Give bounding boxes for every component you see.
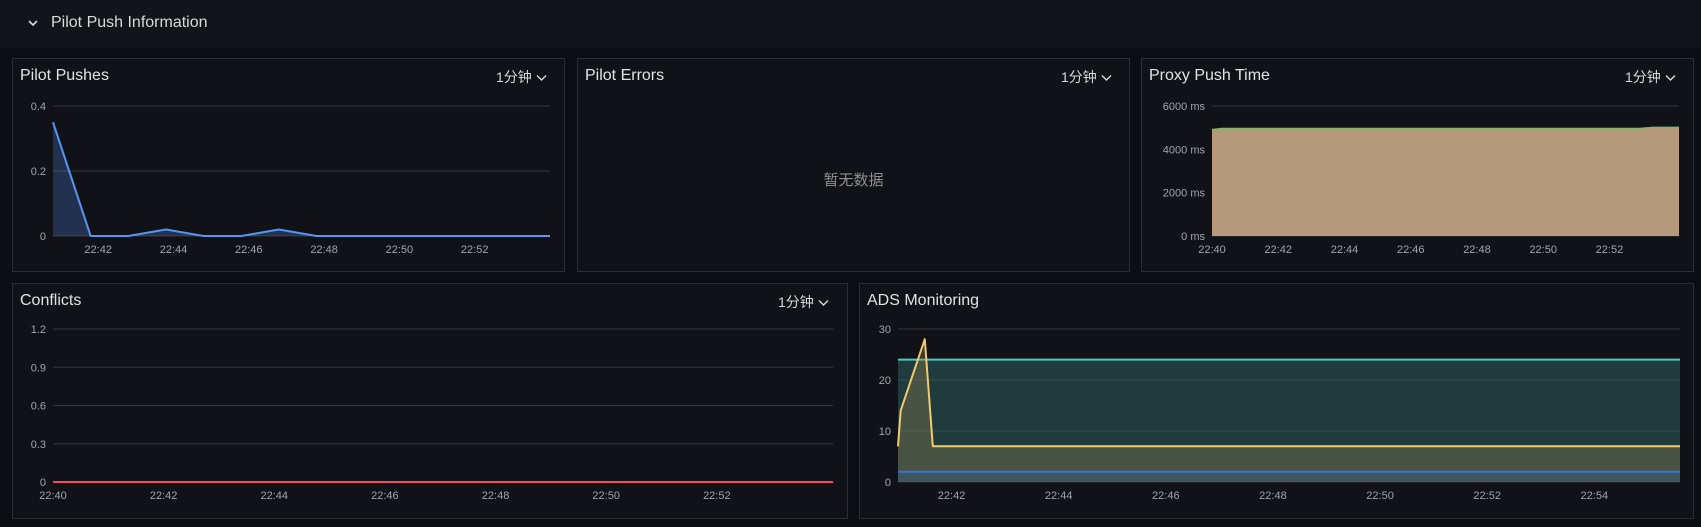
y-tick-label: 0.3	[31, 439, 46, 451]
x-tick-label: 22:50	[1366, 490, 1394, 502]
y-tick-label: 2000 ms	[1163, 188, 1206, 200]
x-tick-label: 22:48	[1259, 490, 1287, 502]
x-tick-label: 22:46	[235, 244, 263, 256]
chart-ads-monitoring: 0 10 20 30 22:42 22:44 22:46 22:48 22:50 22:52 22:…	[879, 324, 1680, 502]
x-tick-label: 22:54	[1581, 490, 1609, 502]
x-tick-label: 22:44	[1045, 490, 1073, 502]
x-tick-label: 22:46	[1152, 490, 1180, 502]
chart-proxy-push-time: 0 ms 2000 ms 4000 ms 6000 ms 22:40 22:42 22:44…	[1163, 101, 1679, 256]
x-tick-label: 22:44	[261, 490, 289, 502]
y-tick-label: 6000 ms	[1163, 101, 1206, 113]
no-data-message: 暂无数据	[823, 172, 884, 189]
y-tick-label: 20	[879, 375, 891, 387]
x-tick-label: 22:40	[39, 490, 67, 502]
x-tick-label: 22:40	[1198, 244, 1226, 256]
x-tick-label: 22:50	[1529, 244, 1557, 256]
panel-pilot-errors: Pilot Errors 1分钟 暂无数据	[577, 58, 1130, 272]
panel-pilot-pushes: Pilot Pushes 1分钟 0 0.2 0.4 22:42 22:44 22:46 2…	[12, 58, 565, 272]
y-tick-label: 0.2	[31, 166, 46, 178]
panel-title: Pilot Errors	[585, 67, 665, 84]
y-tick-label: 10	[879, 426, 891, 438]
x-tick-label: 22:48	[1463, 244, 1491, 256]
section-title: Pilot Push Information	[51, 14, 208, 31]
panel-conflicts: Conflicts 1分钟 0 0.3 0.6 0.9 1.2 22:40 22:42 22:…	[12, 283, 848, 519]
series-line	[52, 121, 550, 237]
x-tick-label: 22:52	[703, 490, 731, 502]
chevron-down-icon[interactable]	[26, 16, 40, 30]
y-tick-label: 0	[40, 477, 46, 489]
x-tick-label: 22:52	[1596, 244, 1624, 256]
chevron-down-icon	[1101, 75, 1112, 82]
series-line	[1211, 127, 1679, 132]
y-tick-label: 0	[40, 231, 46, 243]
x-tick-label: 22:42	[150, 490, 178, 502]
chart-pilot-pushes: 0 0.2 0.4 22:42 22:44 22:46 22:48 22:50 22:52	[31, 101, 550, 256]
x-tick-label: 22:52	[1473, 490, 1501, 502]
y-tick-label: 30	[879, 324, 891, 336]
x-tick-label: 22:42	[938, 490, 966, 502]
panel-proxy-push-time: Proxy Push Time 1分钟 0 ms 2000 ms 4000 ms 60…	[1141, 58, 1694, 272]
y-tick-label: 0.9	[31, 362, 46, 374]
series-area	[1212, 128, 1679, 236]
series-area	[53, 122, 550, 236]
y-tick-label: 1.2	[31, 324, 46, 336]
series-area	[898, 471, 1680, 482]
x-tick-label: 22:44	[160, 244, 188, 256]
interval-dropdown[interactable]: 1分钟	[1061, 67, 1112, 87]
interval-label: 1分钟	[1061, 69, 1097, 85]
x-tick-label: 22:50	[386, 244, 414, 256]
x-tick-label: 22:48	[310, 244, 338, 256]
y-tick-label: 0.4	[31, 101, 46, 113]
x-tick-label: 22:46	[1397, 244, 1425, 256]
panel-ads-monitoring: ADS Monitoring 0 10 20 30 22:42 22:44 22:46 22:…	[859, 283, 1694, 519]
x-tick-label: 22:46	[371, 490, 399, 502]
x-tick-label: 22:50	[592, 490, 620, 502]
section-header[interactable]: Pilot Push Information	[0, 0, 1701, 48]
x-tick-label: 22:52	[461, 244, 489, 256]
x-tick-label: 22:42	[1264, 244, 1292, 256]
x-tick-label: 22:44	[1331, 244, 1359, 256]
x-tick-label: 22:48	[482, 490, 510, 502]
y-tick-label: 0.6	[31, 401, 46, 413]
y-tick-label: 0 ms	[1181, 231, 1205, 243]
chart-conflicts: 0 0.3 0.6 0.9 1.2 22:40 22:42 22:44 22:46 22:48 22…	[31, 324, 833, 502]
y-tick-label: 4000 ms	[1163, 144, 1206, 156]
y-tick-label: 0	[885, 477, 891, 489]
x-tick-label: 22:42	[84, 244, 112, 256]
